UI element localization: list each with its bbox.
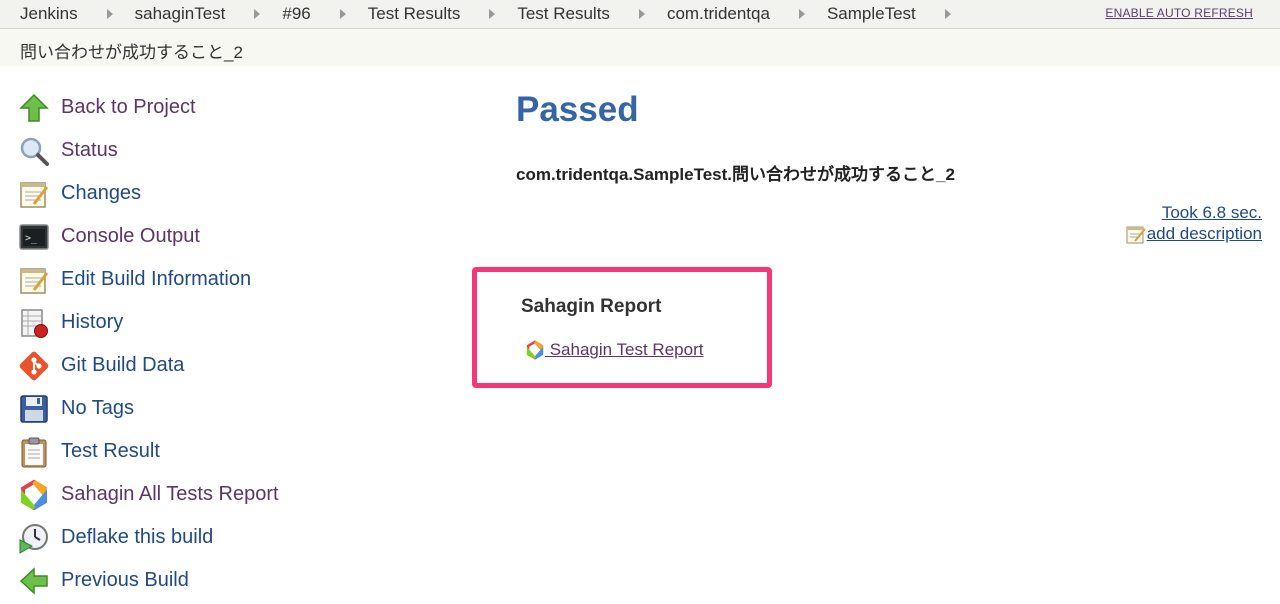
breadcrumb-link[interactable]: com.tridentqa [645,0,770,28]
breadcrumb-item[interactable]: Test Results [495,0,610,28]
breadcrumb-item[interactable]: Test Results [346,0,461,28]
breadcrumb-bar: Jenkins sahaginTest #96 Test Results Tes… [0,0,1280,29]
page-subtitle-bar: 問い合わせが成功すること_2 [0,29,1280,66]
add-description-link[interactable]: add description [1147,224,1262,244]
clipboard-icon[interactable] [18,436,50,468]
sidebar-item-test-result[interactable]: Test Result [18,430,338,473]
sahagin-report-box: Sahagin Report Sahagin Test Report [472,267,772,388]
breadcrumb-link[interactable]: SampleTest [805,0,916,28]
up-arrow-icon[interactable] [18,92,50,124]
main-panel: Passed com.tridentqa.SampleTest.問い合わせが成功… [516,88,1262,244]
notepad-icon[interactable] [18,264,50,296]
sidebar-item-console-output[interactable]: >_ Console Output [18,215,338,258]
sidebar-item-label[interactable]: History [61,311,123,334]
side-panel: Back to Project Status Changes >_ Consol… [18,86,338,602]
sidebar-item-history[interactable]: History [18,301,338,344]
sidebar-item-previous-build[interactable]: Previous Build [18,559,338,602]
breadcrumb-separator[interactable] [944,0,951,28]
page-subtitle: 問い合わせが成功すること_2 [20,43,243,62]
enable-auto-refresh-link[interactable]: ENABLE AUTO REFRESH [1105,6,1253,20]
breadcrumb-item[interactable]: Jenkins [0,0,78,28]
sidebar-item-label[interactable]: Edit Build Information [61,268,251,291]
page-title: Passed [516,90,639,129]
sidebar-item-label[interactable]: Changes [61,182,141,205]
breadcrumb-item[interactable]: #96 [260,0,310,28]
took-duration-link[interactable]: Took 6.8 sec. [1162,203,1262,223]
sidebar-item-label[interactable]: Sahagin All Tests Report [61,483,279,506]
breadcrumb-link[interactable]: Jenkins [0,0,78,28]
deflake-icon[interactable] [18,522,50,554]
breadcrumb-link[interactable]: Test Results [346,0,461,28]
sidebar-item-no-tags[interactable]: No Tags [18,387,338,430]
git-icon[interactable] [18,350,50,382]
sidebar-item-label[interactable]: Back to Project [61,96,196,119]
breadcrumb-item[interactable]: sahaginTest [113,0,226,28]
notepad-icon[interactable] [18,178,50,210]
chevron-right-icon[interactable] [944,9,951,19]
save-icon[interactable] [18,393,50,425]
breadcrumb-item[interactable]: SampleTest [805,0,916,28]
sidebar-item-edit-build-information[interactable]: Edit Build Information [18,258,338,301]
add-description-action[interactable]: add description [1126,224,1262,244]
test-name: com.tridentqa.SampleTest.問い合わせが成功すること_2 [516,165,955,184]
sidebar-item-deflake-this-build[interactable]: Deflake this build [18,516,338,559]
magnifier-icon[interactable] [18,135,50,167]
sahagin-report-heading: Sahagin Report [521,296,662,317]
sahagin-icon[interactable] [18,479,50,511]
terminal-icon[interactable]: >_ [18,221,50,253]
notepad-icon[interactable] [1126,224,1146,244]
sahagin-icon[interactable] [525,340,545,360]
left-arrow-icon[interactable] [18,565,50,597]
breadcrumb-link[interactable]: #96 [260,0,310,28]
history-icon[interactable] [18,307,50,339]
sidebar-item-status[interactable]: Status [18,129,338,172]
sidebar-item-label[interactable]: No Tags [61,397,134,420]
breadcrumb-item[interactable]: com.tridentqa [645,0,770,28]
breadcrumb: Jenkins sahaginTest #96 Test Results Tes… [0,0,951,28]
sidebar-item-back-to-project[interactable]: Back to Project [18,86,338,129]
sidebar-item-sahagin-all-tests-report[interactable]: Sahagin All Tests Report [18,473,338,516]
breadcrumb-link[interactable]: Test Results [495,0,610,28]
sidebar-item-label[interactable]: Console Output [61,225,200,248]
sidebar-item-changes[interactable]: Changes [18,172,338,215]
sahagin-test-report-link[interactable]: Sahagin Test Report [545,340,704,360]
sidebar-item-git-build-data[interactable]: Git Build Data [18,344,338,387]
sidebar-item-label[interactable]: Previous Build [61,569,189,592]
sidebar-item-label[interactable]: Deflake this build [61,526,213,549]
sahagin-test-report-action[interactable]: Sahagin Test Report [525,340,703,360]
sidebar-item-label[interactable]: Git Build Data [61,354,184,377]
breadcrumb-link[interactable]: sahaginTest [113,0,226,28]
sidebar-item-label[interactable]: Status [61,139,118,162]
sidebar-item-label[interactable]: Test Result [61,440,160,463]
svg-text:>_: >_ [25,233,38,244]
